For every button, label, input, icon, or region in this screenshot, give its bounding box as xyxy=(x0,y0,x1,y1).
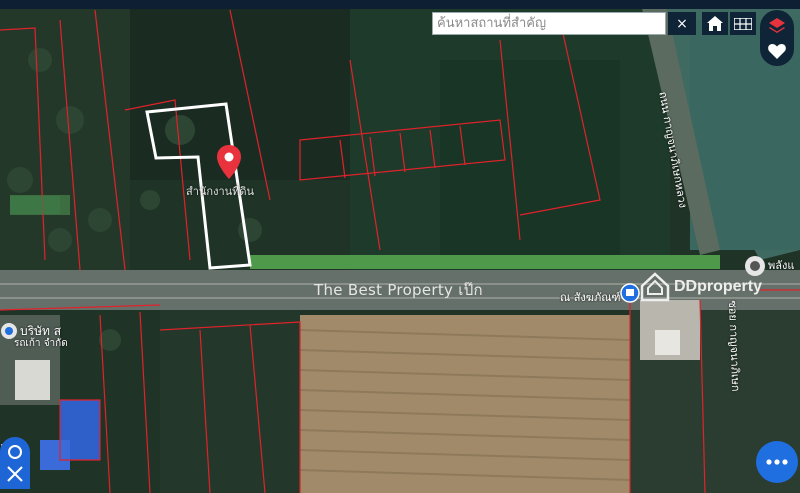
home-button[interactable] xyxy=(702,12,728,35)
map-tools-panel xyxy=(760,10,794,66)
search-input[interactable] xyxy=(432,12,666,35)
watermark-text: The Best Property เป๊ก xyxy=(314,281,483,299)
home-icon xyxy=(707,16,723,31)
road-label-right: ซอย กาญจนาภิเษก xyxy=(726,300,743,392)
satellite-map[interactable] xyxy=(0,0,800,493)
grid-icon xyxy=(734,17,752,30)
junction-label: ณ สังฆภัณฑ์ xyxy=(560,291,621,304)
top-bar xyxy=(0,0,800,9)
company-marker-icon[interactable] xyxy=(0,322,18,344)
house-logo-icon xyxy=(640,272,670,302)
close-icon: × xyxy=(676,15,688,32)
compass-button[interactable] xyxy=(0,437,30,489)
more-dots-icon xyxy=(766,459,788,465)
layers-icon[interactable] xyxy=(768,17,786,35)
grid-button[interactable] xyxy=(730,12,756,35)
bus-stop-icon[interactable] xyxy=(620,283,640,303)
place-label-right: พลังแ xyxy=(768,259,795,272)
more-button[interactable] xyxy=(756,441,798,483)
brand-name: DDproperty xyxy=(674,278,763,295)
clear-search-button[interactable]: × xyxy=(668,12,696,35)
location-pin-icon[interactable] xyxy=(217,145,241,179)
heart-icon[interactable] xyxy=(768,43,786,59)
company-label-2: รถเก้า จำกัด xyxy=(14,338,68,349)
compass-icon xyxy=(7,445,23,482)
plot-label: สำนักงานที่ดิน xyxy=(186,185,255,198)
poi-marker-icon[interactable] xyxy=(744,255,766,277)
